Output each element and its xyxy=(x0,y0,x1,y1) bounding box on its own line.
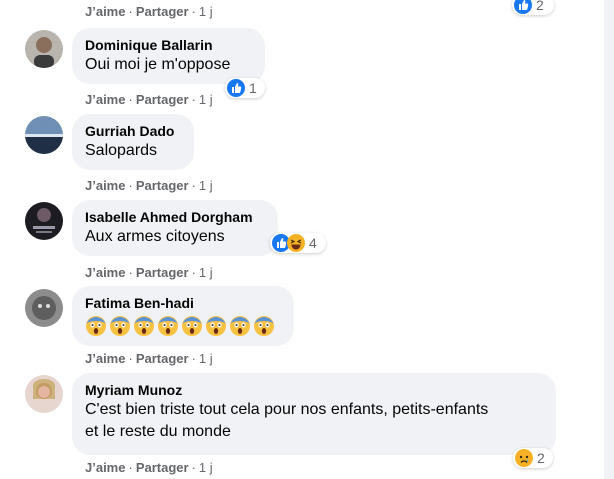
haha-icon xyxy=(287,234,305,252)
sad-icon xyxy=(515,449,533,467)
reaction-summary[interactable]: 2 xyxy=(513,448,553,468)
fear-emoji xyxy=(205,315,227,337)
comment-actions: J’aime · Partager · 1 j xyxy=(85,178,213,193)
comment-actions: J’aime · Partager · 1 j xyxy=(85,351,213,366)
avatar[interactable] xyxy=(25,30,63,68)
comment-text-line: C'est bien triste tout cela pour nos enf… xyxy=(85,401,489,418)
share-link[interactable]: Partager xyxy=(136,351,189,366)
share-link[interactable]: Partager xyxy=(136,4,189,19)
comment-actions: J’aime · Partager · 1 j xyxy=(85,92,213,107)
comment-actions: J’aime · Partager · 1 j xyxy=(85,265,213,280)
like-link[interactable]: J’aime xyxy=(85,265,125,280)
share-link[interactable]: Partager xyxy=(136,460,189,475)
avatar[interactable] xyxy=(25,289,63,327)
timestamp[interactable]: 1 j xyxy=(199,178,213,193)
timestamp[interactable]: 1 j xyxy=(199,351,213,366)
like-link[interactable]: J’aime xyxy=(85,351,125,366)
scrollbar-track[interactable] xyxy=(604,0,614,479)
comment-emojis xyxy=(85,315,282,337)
fear-emoji xyxy=(85,315,107,337)
like-icon xyxy=(514,0,532,14)
comment-bubble: Gurriah Dado Salopards xyxy=(72,114,194,170)
avatar[interactable] xyxy=(25,202,63,240)
comment-actions: J’aime · Partager · 1 j xyxy=(85,460,213,475)
comment-bubble: Fatima Ben-hadi xyxy=(72,286,294,346)
avatar[interactable] xyxy=(25,116,63,154)
like-link[interactable]: J’aime xyxy=(85,178,125,193)
like-link[interactable]: J’aime xyxy=(85,460,125,475)
comment-author[interactable]: Isabelle Ahmed Dorgham xyxy=(85,208,266,226)
fear-emoji xyxy=(181,315,203,337)
fear-emoji xyxy=(133,315,155,337)
fear-emoji xyxy=(109,315,131,337)
like-icon xyxy=(227,79,245,97)
like-link[interactable]: J’aime xyxy=(85,92,125,107)
comment-text: Oui moi je m'oppose xyxy=(85,56,231,73)
share-link[interactable]: Partager xyxy=(136,178,189,193)
timestamp[interactable]: 1 j xyxy=(199,460,213,475)
comment-author[interactable]: Dominique Ballarin xyxy=(85,36,253,54)
comment-text: Aux armes citoyens xyxy=(85,228,225,245)
share-link[interactable]: Partager xyxy=(136,92,189,107)
reaction-summary[interactable]: 1 xyxy=(225,78,265,98)
comment-text: Salopards xyxy=(85,142,158,159)
comment-bubble: Isabelle Ahmed Dorgham Aux armes citoyen… xyxy=(72,200,278,256)
avatar[interactable] xyxy=(25,375,63,413)
comment-author[interactable]: Myriam Munoz xyxy=(85,381,544,399)
timestamp[interactable]: 1 j xyxy=(199,92,213,107)
timestamp[interactable]: 1 j xyxy=(199,4,213,19)
comment-author[interactable]: Gurriah Dado xyxy=(85,122,182,140)
fear-emoji xyxy=(157,315,179,337)
like-link[interactable]: J’aime xyxy=(85,4,125,19)
timestamp[interactable]: 1 j xyxy=(199,265,213,280)
fear-emoji xyxy=(229,315,251,337)
comment-bubble: Myriam Munoz C'est bien triste tout cela… xyxy=(72,373,556,455)
comment-text-line: et le reste du monde xyxy=(85,423,231,440)
comment-author[interactable]: Fatima Ben-hadi xyxy=(85,294,282,312)
reaction-summary[interactable]: 2 xyxy=(512,0,554,15)
fear-emoji xyxy=(253,315,275,337)
comment-bubble: Dominique Ballarin Oui moi je m'oppose xyxy=(72,28,265,84)
share-link[interactable]: Partager xyxy=(136,265,189,280)
reaction-summary[interactable]: 4 xyxy=(270,233,326,253)
comment-actions: J’aime · Partager · 1 j xyxy=(85,4,213,19)
